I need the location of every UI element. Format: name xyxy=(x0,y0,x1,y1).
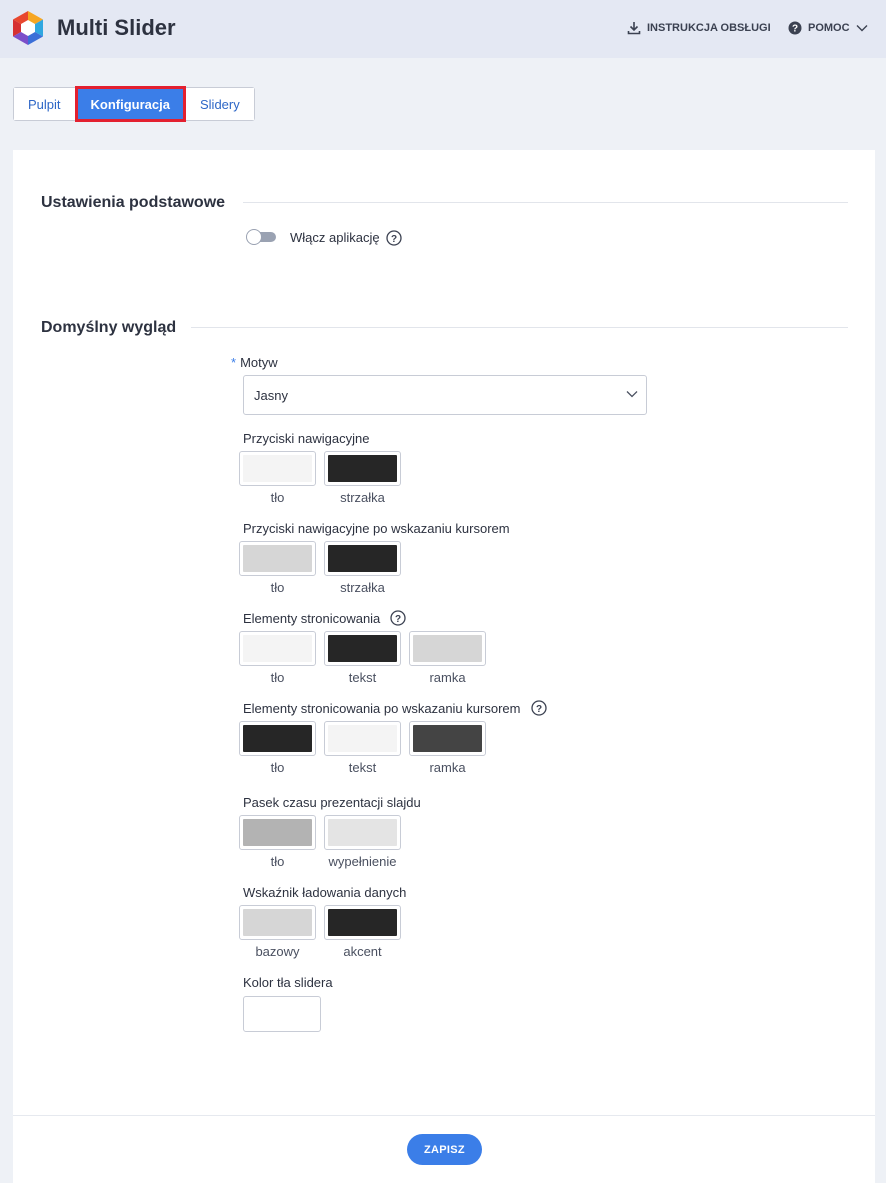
swatch-caption: tło xyxy=(270,580,285,595)
slider-bg-label: Kolor tła slidera xyxy=(243,975,333,990)
color-swatch[interactable] xyxy=(409,631,486,666)
swatch-caption: tekst xyxy=(348,760,377,775)
tab-pulpit[interactable]: Pulpit xyxy=(14,88,75,120)
swatch-caption: tekst xyxy=(348,670,377,685)
svg-text:?: ? xyxy=(391,234,397,245)
color-swatch[interactable] xyxy=(239,721,316,756)
app-title: Multi Slider xyxy=(57,15,176,40)
color-swatch[interactable] xyxy=(239,905,316,940)
theme-label: * Motyw xyxy=(231,355,278,370)
color-swatch[interactable] xyxy=(239,815,316,850)
swatch-caption: strzałka xyxy=(340,580,385,595)
nav-buttons-swatches: tło strzałka xyxy=(239,451,401,505)
color-swatch[interactable] xyxy=(239,631,316,666)
config-panel: Ustawienia podstawowe Włącz aplikację ? … xyxy=(13,150,875,1115)
tab-slidery[interactable]: Slidery xyxy=(186,88,254,120)
question-icon[interactable]: ? xyxy=(386,230,402,246)
swatch-caption: tło xyxy=(270,760,285,775)
divider xyxy=(191,327,848,328)
tab-bar: Pulpit Konfiguracja Slidery xyxy=(13,86,255,122)
color-swatch[interactable] xyxy=(324,815,401,850)
chevron-down-icon xyxy=(856,25,868,32)
theme-select[interactable]: Jasny xyxy=(243,375,647,415)
chevron-down-icon xyxy=(626,391,638,398)
save-button[interactable]: ZAPISZ xyxy=(407,1134,482,1165)
swatch-caption: strzałka xyxy=(340,490,385,505)
theme-select-value: Jasny xyxy=(254,388,288,403)
enable-app-label: Włącz aplikację xyxy=(290,230,380,245)
toggle-knob xyxy=(246,229,262,245)
manual-link[interactable]: INSTRUKCJA OBSŁUGI xyxy=(627,21,771,35)
enable-app-toggle[interactable] xyxy=(246,229,276,245)
question-icon[interactable]: ? xyxy=(390,610,406,626)
download-icon xyxy=(627,22,641,35)
help-circle-icon: ? xyxy=(788,21,802,35)
loader-label: Wskaźnik ładowania danych xyxy=(243,885,407,900)
divider xyxy=(243,202,848,203)
nav-buttons-label: Przyciski nawigacyjne xyxy=(243,431,370,446)
help-label: POMOC xyxy=(808,22,850,34)
color-swatch[interactable] xyxy=(409,721,486,756)
loader-swatches: bazowy akcent xyxy=(239,905,401,959)
swatch-caption: tło xyxy=(270,854,285,869)
swatch-caption: ramka xyxy=(429,670,466,685)
color-swatch[interactable] xyxy=(324,541,401,576)
theme-label-text: Motyw xyxy=(240,355,278,370)
nav-buttons-hover-swatches: tło strzałka xyxy=(239,541,401,595)
required-mark: * xyxy=(231,355,237,370)
swatch-caption: ramka xyxy=(429,760,466,775)
pagination-hover-label: Elementy stronicowania po wskazaniu kurs… xyxy=(243,701,521,716)
color-swatch[interactable] xyxy=(239,541,316,576)
color-swatch[interactable] xyxy=(324,721,401,756)
svg-text:?: ? xyxy=(536,704,542,715)
default-look-title: Domyślny wygląd xyxy=(41,319,177,336)
pagination-swatches: tło tekst ramka xyxy=(239,631,486,685)
app-logo-icon xyxy=(13,11,43,45)
color-swatch[interactable] xyxy=(324,905,401,940)
svg-text:?: ? xyxy=(395,614,401,625)
slide-timer-label: Pasek czasu prezentacji slajdu xyxy=(243,795,421,810)
help-menu[interactable]: ? POMOC xyxy=(788,21,868,35)
question-icon[interactable]: ? xyxy=(531,700,547,716)
slider-bg-color-input[interactable] xyxy=(243,996,321,1032)
tab-konfiguracja[interactable]: Konfiguracja xyxy=(74,86,187,122)
nav-buttons-hover-label: Przyciski nawigacyjne po wskazaniu kurso… xyxy=(243,521,510,536)
svg-text:?: ? xyxy=(792,24,798,35)
swatch-caption: akcent xyxy=(343,944,382,959)
swatch-caption: tło xyxy=(270,670,285,685)
manual-label: INSTRUKCJA OBSŁUGI xyxy=(647,22,771,34)
swatch-caption: wypełnienie xyxy=(328,854,397,869)
pagination-label: Elementy stronicowania xyxy=(243,611,381,626)
app-header: Multi Slider INSTRUKCJA OBSŁUGI ? POMOC xyxy=(0,0,886,58)
color-swatch[interactable] xyxy=(239,451,316,486)
swatch-caption: bazowy xyxy=(255,944,300,959)
swatch-caption: tło xyxy=(270,490,285,505)
pagination-hover-swatches: tło tekst ramka xyxy=(239,721,486,775)
footer-bar: ZAPISZ xyxy=(13,1115,875,1183)
color-swatch[interactable] xyxy=(324,451,401,486)
slide-timer-swatches: tło wypełnienie xyxy=(239,815,401,869)
color-swatch[interactable] xyxy=(324,631,401,666)
basic-settings-title: Ustawienia podstawowe xyxy=(41,194,226,211)
